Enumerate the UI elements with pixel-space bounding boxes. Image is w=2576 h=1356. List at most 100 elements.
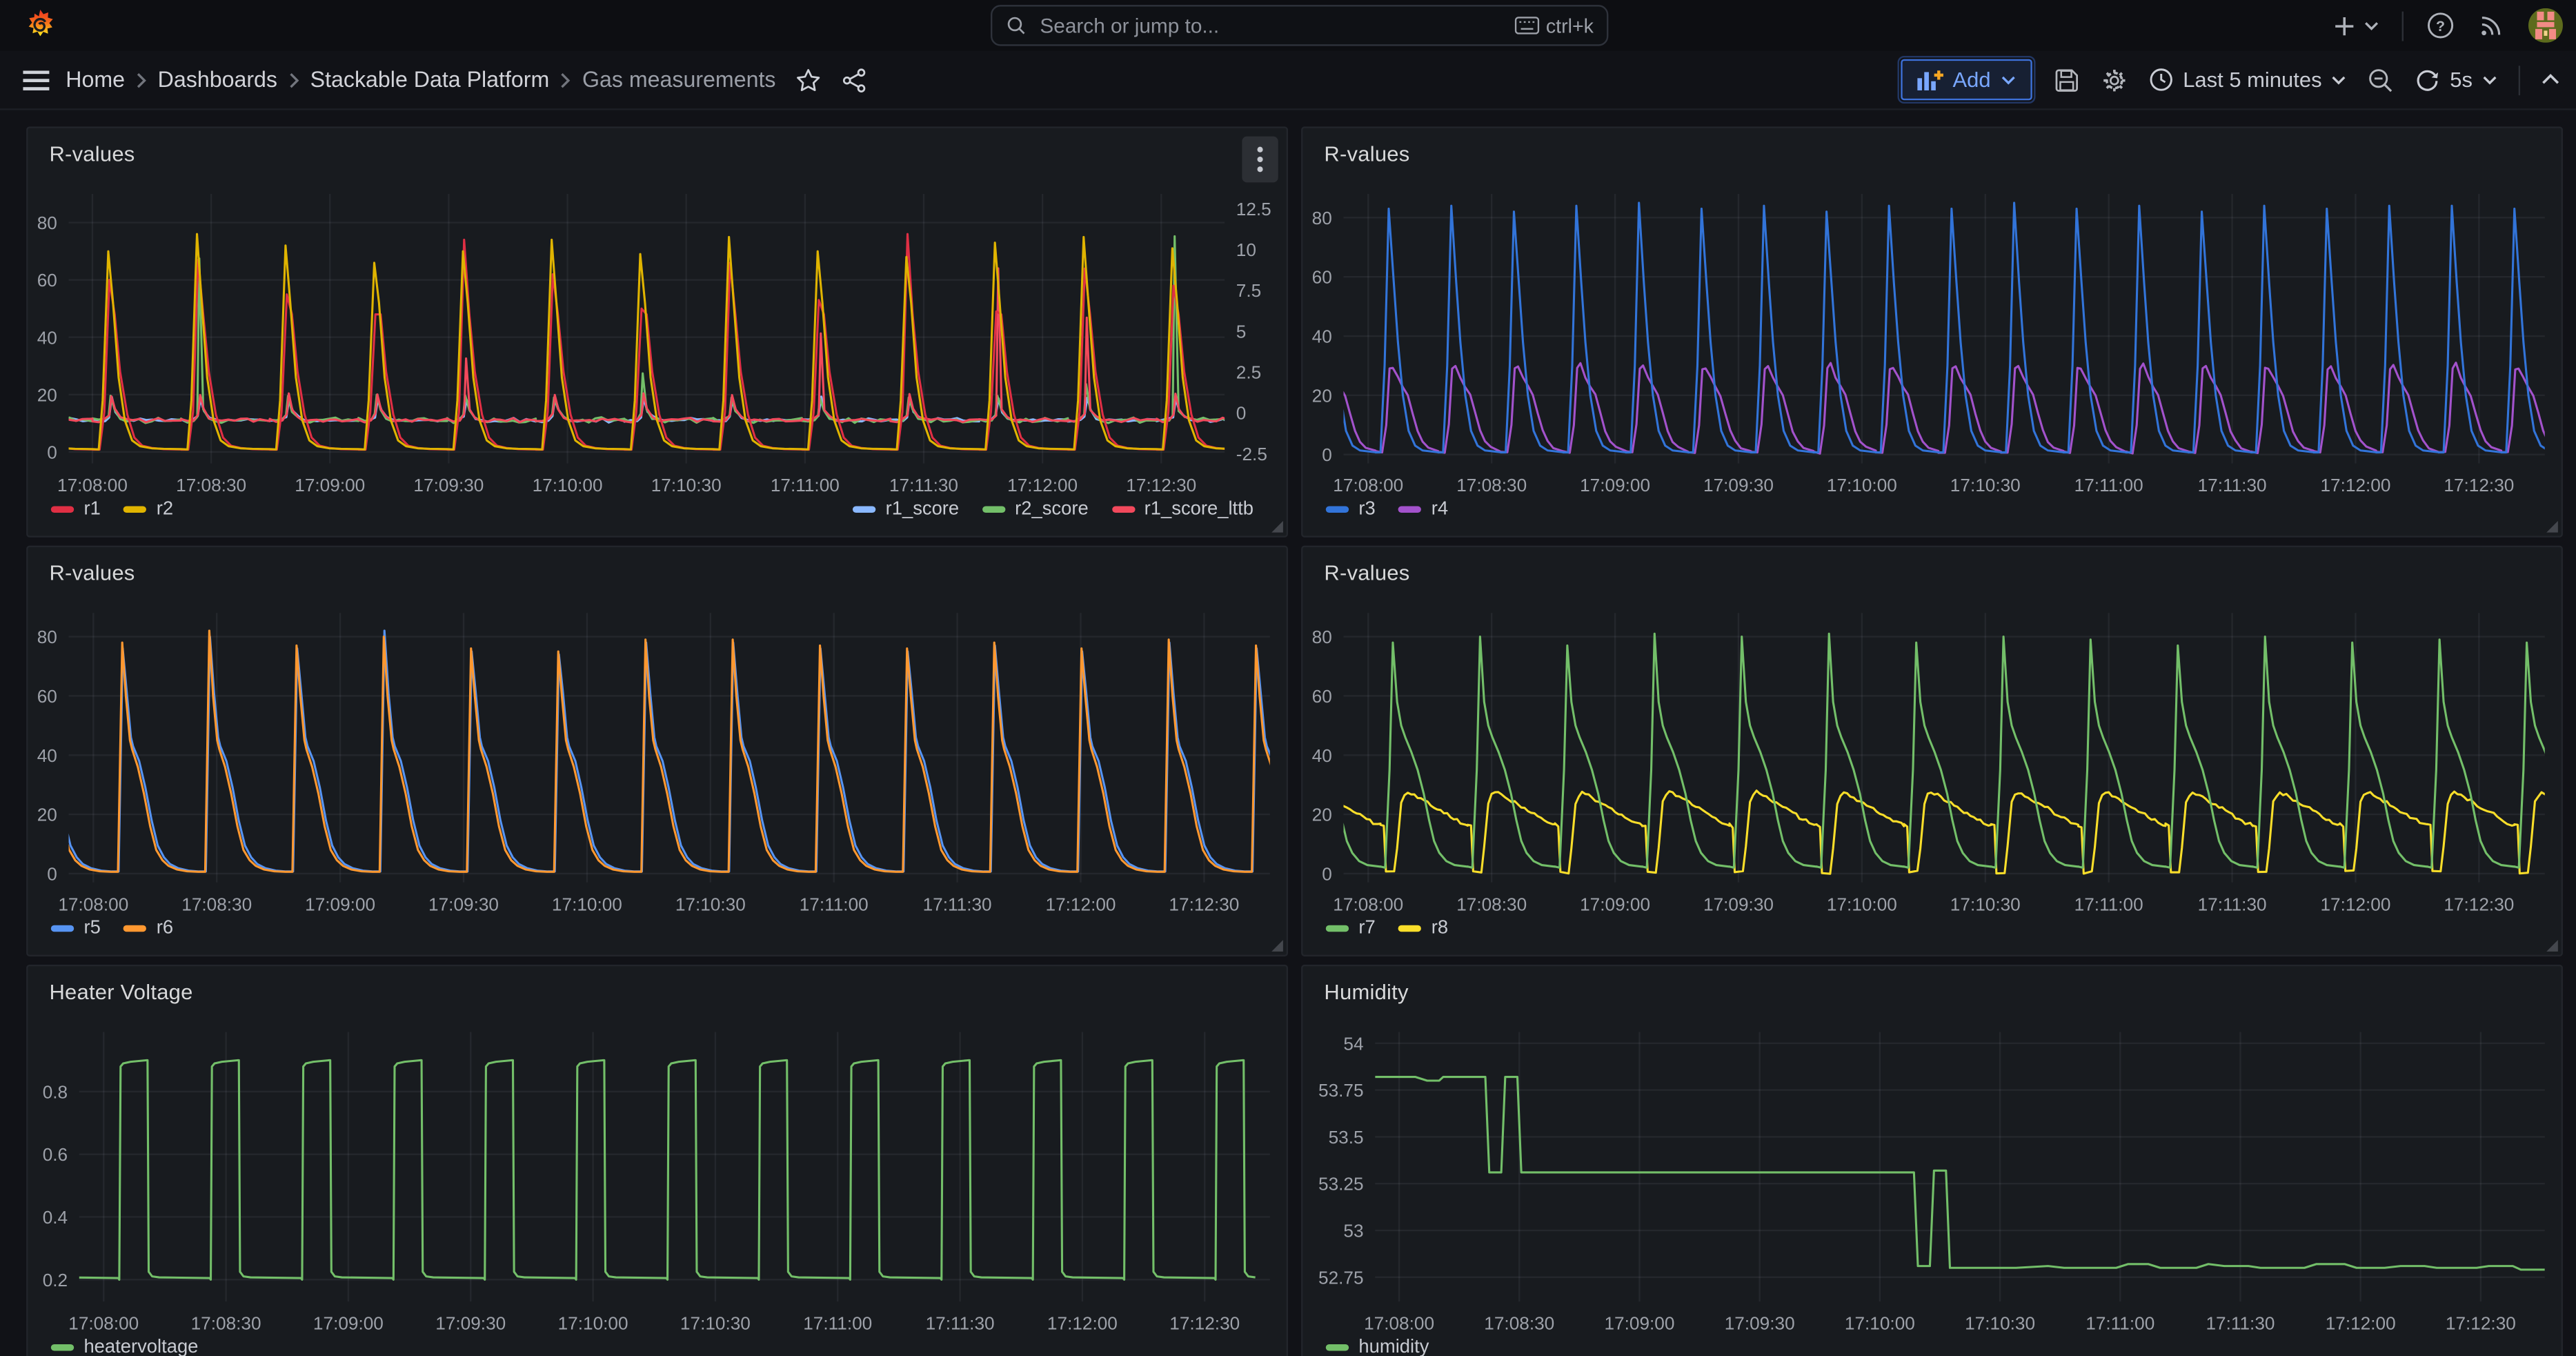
x-axis-tick-label: 17:10:30	[1950, 894, 2021, 914]
legend-swatch	[1398, 506, 1421, 513]
panel-resize-handle[interactable]	[1271, 521, 1283, 533]
legend-left-group: r7 r8	[1326, 918, 1448, 939]
x-axis-tick-label: 17:08:30	[1456, 894, 1527, 914]
save-dashboard-button[interactable]	[2053, 66, 2079, 92]
legend-item-r1[interactable]: r1	[51, 500, 101, 520]
panel-r-values-2: 02040608017:08:0017:08:3017:09:0017:09:3…	[1301, 126, 2563, 537]
y-axis-right-tick-label: -2.5	[1236, 444, 1267, 464]
series-line-heatervoltage	[28, 1060, 1255, 1279]
legend-item-r2[interactable]: r2	[123, 500, 173, 520]
breadcrumb-home[interactable]: Home	[66, 68, 125, 92]
add-button-label: Add	[1952, 68, 1990, 92]
y-axis-tick-label: 40	[1312, 326, 1332, 347]
legend-label: r2_score	[1015, 500, 1089, 520]
news-button[interactable]	[2477, 12, 2505, 39]
panel-menu-button[interactable]	[1242, 137, 1278, 183]
legend-swatch	[1326, 506, 1349, 513]
x-axis-tick-label: 17:09:00	[313, 1313, 384, 1334]
chart-canvas[interactable]: 020406080-2.502.557.51012.517:08:0017:08…	[28, 128, 1289, 539]
legend-item-r6[interactable]: r6	[123, 918, 173, 939]
y-axis-right-tick-label: 0	[1236, 403, 1247, 424]
global-search[interactable]: ctrl+k	[991, 5, 1608, 46]
search-input[interactable]	[1037, 12, 1515, 39]
y-axis-right-tick-label: 5	[1236, 321, 1247, 342]
x-axis-tick-label: 17:08:00	[1333, 475, 1403, 495]
mega-menu-button[interactable]	[23, 70, 49, 90]
chart-canvas[interactable]: 02040608017:08:0017:08:3017:09:0017:09:3…	[28, 547, 1289, 958]
legend-left-group: r5 r6	[51, 918, 173, 939]
x-axis-tick-label: 17:10:00	[552, 894, 622, 914]
x-axis-tick-label: 17:10:30	[675, 894, 746, 914]
zoom-out-time-button[interactable]	[2368, 66, 2394, 92]
x-axis-tick-label: 17:12:30	[2446, 1313, 2516, 1334]
collapse-toolbar-button[interactable]	[2542, 74, 2559, 86]
kebab-menu-icon	[1257, 146, 1264, 173]
legend-item-r1_score_lttb[interactable]: r1_score_lttb	[1111, 500, 1254, 520]
chart-canvas[interactable]: 0.20.40.60.817:08:0017:08:3017:09:0017:0…	[28, 966, 1289, 1356]
panel-resize-handle[interactable]	[1271, 940, 1283, 952]
panel-r-values-3: 02040608017:08:0017:08:3017:09:0017:09:3…	[26, 546, 1288, 956]
series-line-humidity	[1375, 1077, 2545, 1270]
breadcrumb-dashboards[interactable]: Dashboards	[158, 68, 277, 92]
refresh-icon	[2415, 68, 2440, 92]
legend-item-r4[interactable]: r4	[1398, 500, 1448, 520]
legend-item-r5[interactable]: r5	[51, 918, 101, 939]
legend-label: r6	[157, 918, 173, 939]
panel-resize-handle[interactable]	[2546, 521, 2558, 533]
y-axis-tick-label: 0	[47, 863, 57, 884]
legend-item-heatervoltage[interactable]: heatervoltage	[51, 1337, 199, 1356]
x-axis-tick-label: 17:12:00	[1046, 894, 1116, 914]
legend-item-r3[interactable]: r3	[1326, 500, 1376, 520]
x-axis-tick-label: 17:08:00	[68, 1313, 139, 1334]
chart-canvas[interactable]: 02040608017:08:0017:08:3017:09:0017:09:3…	[1302, 547, 2564, 958]
refresh-picker[interactable]: 5s	[2415, 68, 2497, 92]
add-panel-button[interactable]: Add	[1900, 59, 2032, 101]
y-axis-tick-label: 0	[47, 442, 57, 462]
series-line-r4	[1313, 363, 2564, 454]
legend: heatervoltage	[51, 1337, 1267, 1356]
legend-swatch	[853, 506, 875, 513]
y-axis-tick-label: 53.75	[1318, 1080, 1364, 1101]
y-axis-tick-label: 0.2	[43, 1270, 68, 1290]
x-axis-tick-label: 17:08:00	[58, 894, 128, 914]
x-axis-tick-label: 17:09:00	[295, 475, 365, 495]
y-axis-right-tick-label: 7.5	[1236, 280, 1261, 301]
dashboard-settings-button[interactable]	[2101, 66, 2127, 92]
help-button[interactable]: ?	[2426, 12, 2454, 39]
refresh-interval-label: 5s	[2450, 68, 2473, 92]
x-axis-tick-label: 17:08:00	[57, 475, 128, 495]
breadcrumb-folder[interactable]: Stackable Data Platform	[310, 68, 550, 92]
panel-title[interactable]: R-values	[1324, 560, 1409, 585]
panel-heater-voltage: 0.20.40.60.817:08:0017:08:3017:09:0017:0…	[26, 965, 1288, 1356]
search-shortcut: ctrl+k	[1515, 14, 1594, 37]
legend-item-r1_score[interactable]: r1_score	[853, 500, 959, 520]
legend-item-r8[interactable]: r8	[1398, 918, 1448, 939]
panel-title[interactable]: R-values	[1324, 141, 1409, 166]
star-dashboard-button[interactable]	[795, 66, 822, 92]
new-menu-button[interactable]	[2333, 14, 2379, 37]
legend-item-r2_score[interactable]: r2_score	[982, 500, 1089, 520]
avatar[interactable]	[2528, 8, 2563, 43]
panel-title[interactable]: R-values	[49, 560, 135, 585]
legend-left-group: r3 r4	[1326, 500, 1448, 520]
share-dashboard-button[interactable]	[842, 66, 868, 92]
series-line-r3	[1313, 203, 2564, 453]
time-range-picker[interactable]: Last 5 minutes	[2148, 68, 2346, 92]
chart-canvas[interactable]: 52.755353.2553.553.755417:08:0017:08:301…	[1302, 966, 2564, 1356]
panel-title[interactable]: Humidity	[1324, 979, 1408, 1004]
legend-item-humidity[interactable]: humidity	[1326, 1337, 1429, 1356]
legend-swatch	[123, 506, 146, 513]
grafana-logo[interactable]	[22, 8, 57, 43]
chart-canvas[interactable]: 02040608017:08:0017:08:3017:09:0017:09:3…	[1302, 128, 2564, 539]
panel-title[interactable]: Heater Voltage	[49, 979, 192, 1004]
legend-item-r7[interactable]: r7	[1326, 918, 1376, 939]
panel-title[interactable]: R-values	[49, 141, 135, 166]
timeseries-svg: 02040608017:08:0017:08:3017:09:0017:09:3…	[1302, 547, 2564, 958]
caret-down-icon	[2482, 75, 2497, 84]
legend-swatch	[51, 1344, 74, 1351]
panel-resize-handle[interactable]	[2546, 940, 2558, 952]
gear-icon	[2101, 66, 2127, 92]
y-axis-tick-label: 53.25	[1318, 1174, 1364, 1195]
legend-swatch	[51, 506, 74, 513]
y-axis-tick-label: 40	[1312, 745, 1332, 766]
